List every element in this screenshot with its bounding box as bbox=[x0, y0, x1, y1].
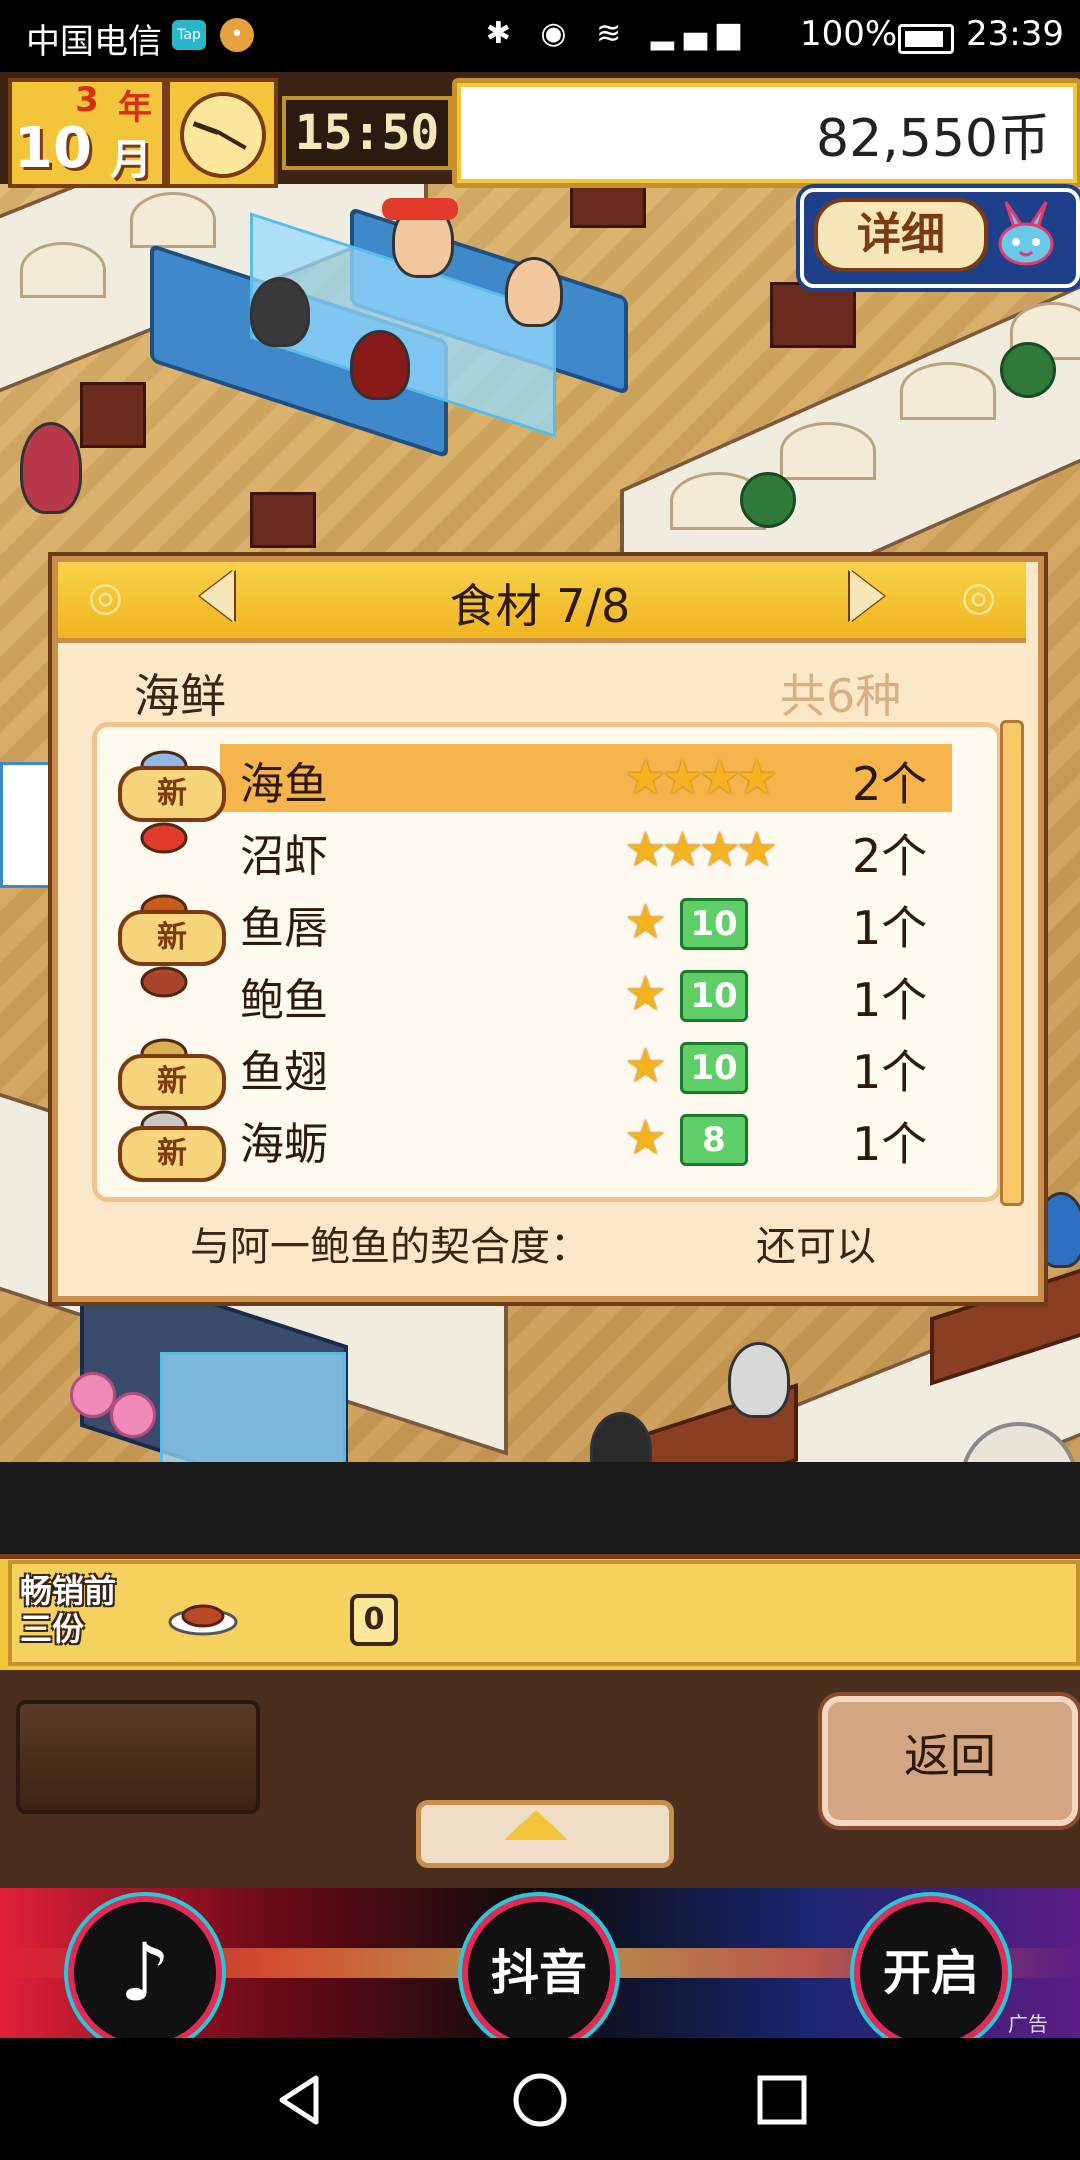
carrier-name: 中国电信 bbox=[26, 22, 162, 62]
nav-home-icon[interactable] bbox=[510, 2070, 570, 2130]
level-badge: 10 bbox=[680, 898, 748, 950]
ingredient-row[interactable]: 新鱼翅 ★ 10 1个 bbox=[98, 1028, 958, 1110]
ingredient-name: 鱼翅 bbox=[240, 1047, 328, 1098]
ingredient-name: 海蛎 bbox=[240, 1119, 328, 1170]
tap-app-icon: Tap bbox=[172, 20, 206, 50]
chair bbox=[770, 282, 856, 348]
detail-button-label[interactable]: 详细 bbox=[814, 198, 988, 272]
window bbox=[160, 1352, 346, 1462]
empty-slot[interactable] bbox=[16, 1700, 260, 1814]
bestseller-label: 畅销前三份 bbox=[20, 1572, 117, 1648]
waiter-figure[interactable] bbox=[20, 422, 82, 514]
tiktok-logo-icon[interactable]: ♪ bbox=[68, 1896, 222, 2050]
ingredient-name: 鱼唇 bbox=[240, 903, 328, 954]
game-time: 15:50 bbox=[282, 96, 452, 170]
status-icons: ✱ ◉ ≋ ▂▄▆ bbox=[485, 16, 750, 51]
fan-decoration bbox=[20, 242, 106, 298]
customer-figure[interactable] bbox=[250, 277, 310, 347]
clock-icon bbox=[166, 78, 278, 188]
battery-icon bbox=[898, 24, 954, 54]
ad-tag: 广告 bbox=[1008, 2012, 1048, 2036]
flower-pot bbox=[110, 1392, 156, 1438]
ingredient-icon bbox=[138, 816, 190, 856]
star-rating: ★ bbox=[624, 966, 667, 1022]
ingredient-name: 沼虾 bbox=[240, 831, 328, 882]
level-badge: 8 bbox=[680, 1114, 748, 1166]
money-value: 82,550币 bbox=[816, 109, 1050, 169]
plant bbox=[740, 472, 796, 528]
bestseller-count: 0 bbox=[350, 1594, 398, 1646]
ingredient-row[interactable]: 鲍鱼 ★ 10 1个 bbox=[98, 956, 958, 1028]
dialog-title: 食材 7/8 bbox=[449, 579, 631, 633]
chevron-up-icon[interactable] bbox=[504, 1810, 568, 1840]
ingredient-row[interactable]: 新海鱼 ★★★★ 2个 bbox=[98, 740, 958, 822]
month-label: 月 bbox=[110, 135, 153, 184]
month-number: 10 bbox=[14, 116, 92, 181]
chair bbox=[80, 382, 146, 448]
ingredient-name: 鲍鱼 bbox=[240, 975, 328, 1026]
nav-back-icon[interactable] bbox=[270, 2070, 330, 2130]
star-rating: ★ bbox=[624, 894, 667, 950]
ingredient-quantity: 2个 bbox=[852, 829, 928, 883]
open-ad-button[interactable]: 开启 bbox=[854, 1896, 1008, 2050]
customer-figure[interactable] bbox=[590, 1412, 652, 1462]
level-badge: 10 bbox=[680, 1042, 748, 1094]
star-rating: ★ bbox=[624, 1038, 667, 1094]
rabbit-mascot-icon[interactable] bbox=[992, 198, 1060, 268]
douyin-ad-button[interactable]: 抖音 bbox=[462, 1896, 616, 2050]
star-rating: ★ bbox=[624, 1110, 667, 1166]
flower-pot bbox=[70, 1372, 116, 1418]
list-scrollbar[interactable] bbox=[1000, 720, 1024, 1206]
red-cap bbox=[382, 198, 458, 220]
ingredient-quantity: 1个 bbox=[852, 973, 928, 1027]
ingredient-icon bbox=[138, 960, 190, 1000]
fan-decoration bbox=[130, 192, 216, 248]
year-number: 3 bbox=[75, 80, 99, 120]
ingredient-quantity: 1个 bbox=[852, 1117, 928, 1171]
arrow-right-icon[interactable] bbox=[850, 570, 884, 622]
partial-sign bbox=[0, 762, 56, 888]
customer-figure[interactable] bbox=[728, 1342, 790, 1418]
star-rating: ★★★★ bbox=[624, 750, 778, 806]
category-count: 共6种 bbox=[780, 669, 902, 723]
chair bbox=[570, 182, 646, 228]
selected-row-highlight bbox=[220, 744, 952, 812]
battery-percent: 100% bbox=[800, 14, 898, 54]
customer-figure[interactable] bbox=[505, 257, 563, 327]
nav-recents-icon[interactable] bbox=[752, 2070, 812, 2130]
category-name: 海鲜 bbox=[134, 669, 226, 723]
notification-icon: • bbox=[220, 18, 254, 52]
fan-decoration bbox=[780, 422, 876, 480]
dish-icon bbox=[168, 1592, 238, 1636]
ingredient-quantity: 1个 bbox=[852, 901, 928, 955]
ingredient-row[interactable]: 沼虾 ★★★★ 2个 bbox=[98, 812, 958, 884]
arrow-left-icon[interactable] bbox=[200, 570, 234, 622]
new-badge: 新 bbox=[118, 1126, 226, 1182]
ingredient-name: 海鱼 bbox=[240, 759, 328, 810]
return-button-label[interactable]: 返回 bbox=[822, 1720, 1078, 1786]
system-clock: 23:39 bbox=[966, 14, 1064, 54]
ingredient-quantity: 1个 bbox=[852, 1045, 928, 1099]
year-label: 年 bbox=[118, 88, 152, 128]
ingredient-row[interactable]: 新海蛎 ★ 8 1个 bbox=[98, 1100, 958, 1182]
level-badge: 10 bbox=[680, 970, 748, 1022]
fan-decoration bbox=[900, 362, 996, 420]
ingredient-quantity: 2个 bbox=[852, 757, 928, 811]
plant bbox=[1000, 342, 1056, 398]
compatibility-label: 与阿一鲍鱼的契合度： bbox=[190, 1224, 590, 1270]
ingredient-row[interactable]: 新鱼唇 ★ 10 1个 bbox=[98, 884, 958, 966]
star-rating: ★★★★ bbox=[624, 822, 778, 878]
compatibility-value: 还可以 bbox=[756, 1224, 876, 1270]
status-bar: 中国电信 Tap • ✱ ◉ ≋ ▂▄▆ 100% 23:39 bbox=[0, 0, 1080, 72]
customer-figure[interactable] bbox=[350, 330, 410, 400]
chair bbox=[250, 492, 316, 548]
